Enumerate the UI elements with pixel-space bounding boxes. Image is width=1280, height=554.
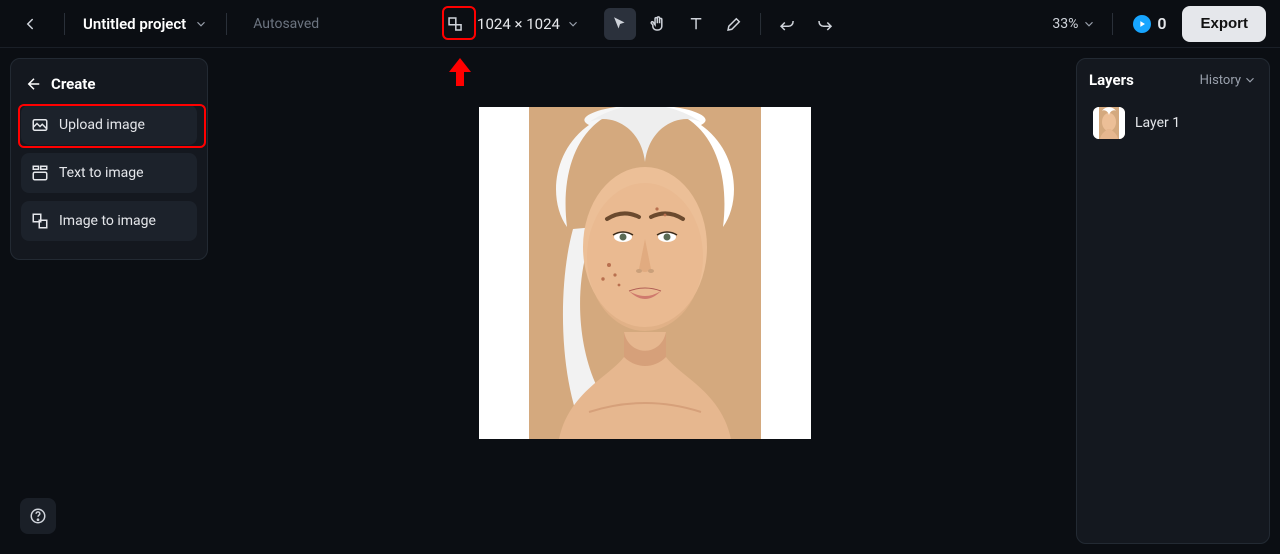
upload-image-icon: [31, 116, 49, 134]
arrow-left-icon: [25, 75, 43, 93]
text-to-image-icon: [31, 164, 49, 182]
canvas-area[interactable]: [220, 48, 1070, 554]
option-label: Text to image: [59, 165, 144, 181]
chevron-down-icon: [1082, 17, 1096, 31]
top-bar-center: 1024 × 1024: [439, 8, 841, 40]
layer-thumbnail: [1093, 107, 1125, 139]
option-label: Upload image: [59, 117, 145, 133]
export-button[interactable]: Export: [1182, 6, 1266, 42]
create-panel: Create Upload image Text to image Image …: [10, 58, 208, 260]
canvas[interactable]: [479, 107, 811, 439]
text-tool[interactable]: [680, 8, 712, 40]
chevron-down-icon: [566, 17, 580, 31]
layers-title: Layers: [1089, 71, 1134, 89]
layers-panel-header: Layers History: [1089, 71, 1257, 89]
top-bar: Untitled project Autosaved 1024 × 1024: [0, 0, 1280, 48]
project-selector[interactable]: Untitled project: [83, 15, 208, 33]
help-button[interactable]: [20, 498, 56, 534]
create-panel-header[interactable]: Create: [25, 75, 193, 93]
chevron-down-icon: [194, 17, 208, 31]
zoom-label: 33%: [1052, 16, 1078, 32]
canvas-size-dropdown[interactable]: 1024 × 1024: [477, 15, 580, 33]
zoom-dropdown[interactable]: 33%: [1052, 16, 1096, 32]
separator: [760, 13, 761, 35]
hand-tool[interactable]: [642, 8, 674, 40]
credits-icon: [1133, 15, 1151, 33]
create-panel-title: Create: [51, 75, 95, 93]
autosave-status: Autosaved: [253, 16, 319, 32]
top-bar-right: 33% 0 Export: [1052, 6, 1266, 42]
top-bar-left: Untitled project Autosaved: [14, 8, 319, 40]
layers-panel: Layers History Layer 1: [1076, 58, 1270, 544]
redo-button[interactable]: [809, 8, 841, 40]
canvas-image[interactable]: [529, 107, 761, 439]
layer-name: Layer 1: [1135, 115, 1180, 131]
layer-item[interactable]: Layer 1: [1089, 103, 1257, 143]
separator: [1112, 13, 1113, 35]
history-dropdown[interactable]: History: [1200, 73, 1257, 88]
help-icon: [29, 507, 47, 525]
image-to-image-option[interactable]: Image to image: [21, 201, 197, 241]
pointer-tool[interactable]: [604, 8, 636, 40]
canvas-size-button[interactable]: [439, 8, 471, 40]
text-to-image-option[interactable]: Text to image: [21, 153, 197, 193]
chevron-down-icon: [1243, 73, 1257, 87]
credits-count: 0: [1157, 14, 1166, 33]
option-label: Image to image: [59, 213, 156, 229]
portrait-illustration: [529, 107, 761, 439]
project-name: Untitled project: [83, 15, 186, 33]
brush-tool[interactable]: [718, 8, 750, 40]
separator: [64, 13, 65, 35]
separator: [226, 13, 227, 35]
upload-image-option[interactable]: Upload image: [21, 105, 197, 145]
undo-button[interactable]: [771, 8, 803, 40]
back-button[interactable]: [14, 8, 46, 40]
credits-indicator[interactable]: 0: [1129, 12, 1170, 35]
canvas-size-label: 1024 × 1024: [477, 15, 560, 33]
history-label: History: [1200, 73, 1241, 88]
image-to-image-icon: [31, 212, 49, 230]
